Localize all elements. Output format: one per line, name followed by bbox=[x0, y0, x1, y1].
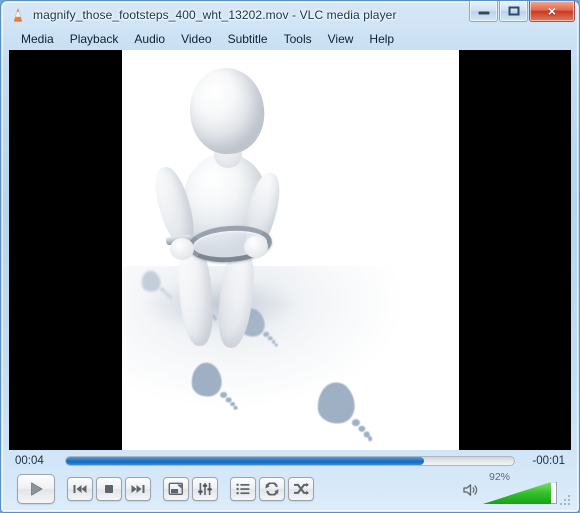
next-button[interactable] bbox=[125, 477, 151, 501]
loop-button[interactable] bbox=[259, 477, 285, 501]
close-button[interactable]: × bbox=[529, 1, 575, 22]
volume-control[interactable]: 92% bbox=[463, 471, 563, 504]
video-output-area[interactable] bbox=[9, 50, 571, 450]
remaining-time-label[interactable]: -00:01 bbox=[527, 455, 565, 467]
minimize-icon bbox=[478, 11, 489, 15]
title-bar[interactable]: magnify_those_footsteps_400_wht_13202.mo… bbox=[1, 1, 579, 28]
shuffle-icon bbox=[294, 482, 309, 495]
maximize-button[interactable] bbox=[499, 1, 528, 22]
seek-progress-fill bbox=[66, 457, 425, 465]
stop-button[interactable] bbox=[96, 477, 122, 501]
vlc-main-window: magnify_those_footsteps_400_wht_13202.mo… bbox=[0, 0, 580, 513]
view-group bbox=[163, 477, 218, 501]
transport-buttons-row: 92% bbox=[9, 471, 571, 506]
footprint-sole bbox=[189, 361, 224, 399]
play-button[interactable] bbox=[17, 474, 55, 504]
menu-item-view[interactable]: View bbox=[320, 30, 362, 48]
volume-percent-label: 92% bbox=[489, 471, 511, 483]
character-head bbox=[185, 64, 269, 158]
menu-item-subtitle[interactable]: Subtitle bbox=[220, 30, 276, 48]
volume-slider[interactable]: 92% bbox=[483, 471, 557, 504]
character-right-hand bbox=[244, 236, 268, 258]
random-button[interactable] bbox=[288, 477, 314, 501]
next-icon bbox=[131, 485, 145, 493]
menu-item-video[interactable]: Video bbox=[173, 30, 219, 48]
equalizer-icon bbox=[198, 483, 212, 495]
footprint bbox=[139, 268, 172, 301]
previous-icon bbox=[73, 485, 87, 493]
window-title: magnify_those_footsteps_400_wht_13202.mo… bbox=[33, 7, 397, 22]
fullscreen-icon bbox=[168, 482, 184, 496]
menu-bar: Media Playback Audio Video Subtitle Tool… bbox=[9, 28, 571, 50]
play-icon bbox=[31, 482, 43, 496]
footprint-toe bbox=[168, 295, 172, 299]
close-icon: × bbox=[547, 3, 557, 19]
seek-row: 00:04 -00:01 bbox=[9, 450, 571, 472]
minimize-button[interactable] bbox=[469, 1, 498, 22]
character-left-hand bbox=[170, 238, 194, 260]
resize-grip[interactable] bbox=[558, 493, 570, 505]
footprint-toe bbox=[233, 405, 238, 410]
menu-item-help[interactable]: Help bbox=[361, 30, 402, 48]
previous-button[interactable] bbox=[67, 477, 93, 501]
maximize-icon bbox=[508, 6, 519, 16]
settings-button[interactable] bbox=[192, 477, 218, 501]
footprint-sole bbox=[139, 269, 162, 294]
menu-item-playback[interactable]: Playback bbox=[62, 30, 127, 48]
menu-item-tools[interactable]: Tools bbox=[276, 30, 320, 48]
video-frame bbox=[122, 50, 459, 450]
speaker-icon[interactable] bbox=[463, 483, 478, 502]
fullscreen-button[interactable] bbox=[163, 477, 189, 501]
volume-fill bbox=[483, 482, 552, 504]
footprint bbox=[189, 360, 238, 410]
playlist-button[interactable] bbox=[230, 477, 256, 501]
menu-item-audio[interactable]: Audio bbox=[126, 30, 173, 48]
footprint bbox=[316, 380, 373, 442]
control-panel: 00:04 -00:01 92% bbox=[9, 450, 571, 506]
menu-item-media[interactable]: Media bbox=[13, 30, 62, 48]
transport-group bbox=[67, 477, 151, 501]
footprint-sole bbox=[316, 381, 356, 426]
playlist-icon bbox=[236, 483, 250, 495]
stop-icon bbox=[105, 485, 113, 493]
window-controls: × bbox=[468, 1, 575, 22]
seek-slider[interactable] bbox=[65, 456, 515, 466]
vlc-cone-icon bbox=[10, 7, 26, 23]
playlist-group bbox=[230, 477, 314, 501]
elapsed-time-label[interactable]: 00:04 bbox=[15, 455, 53, 467]
loop-icon bbox=[265, 482, 279, 496]
